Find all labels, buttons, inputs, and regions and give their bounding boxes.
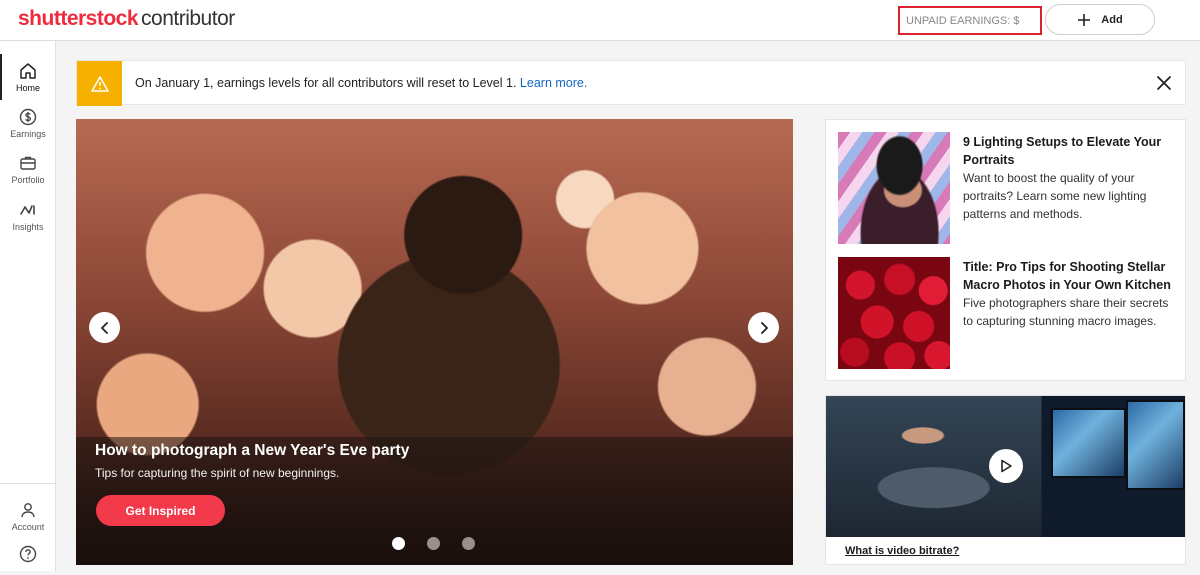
sidebar-item-earnings[interactable]: Earnings: [0, 100, 56, 146]
article-title[interactable]: Title: Pro Tips for Shooting Stellar Mac…: [963, 258, 1178, 294]
top-header: shutterstock contributor UNPAID EARNINGS:…: [0, 0, 1200, 41]
sidebar-item-account[interactable]: Account: [0, 493, 56, 539]
carousel-dot-3[interactable]: [462, 537, 475, 550]
add-button[interactable]: Add: [1045, 4, 1155, 35]
warning-icon: [90, 75, 109, 92]
video-card: What is video bitrate?: [825, 395, 1186, 565]
monitor-graphic: [1051, 408, 1126, 478]
carousel-dot-1[interactable]: [392, 537, 405, 550]
video-caption-link[interactable]: What is video bitrate?: [845, 545, 959, 557]
add-button-label: Add: [1101, 13, 1123, 26]
article-description: Five photographers share their secrets t…: [963, 296, 1169, 328]
video-play-button[interactable]: [989, 449, 1023, 483]
announcement-banner: On January 1, earnings levels for all co…: [76, 60, 1186, 106]
learn-more-link[interactable]: Learn more.: [520, 76, 587, 90]
banner-message: On January 1, earnings levels for all co…: [135, 76, 587, 90]
sidebar-item-label: Insights: [12, 221, 44, 232]
sidebar-item-portfolio[interactable]: Portfolio: [0, 146, 56, 192]
home-icon: [20, 62, 36, 79]
hero-subtitle: Tips for capturing the spirit of new beg…: [95, 466, 340, 480]
hero-title: How to photograph a New Year's Eve party: [95, 442, 410, 459]
briefcase-icon: [20, 156, 36, 170]
banner-text: On January 1, earnings levels for all co…: [135, 76, 517, 90]
article-item[interactable]: 9 Lighting Setups to Elevate Your Portra…: [838, 132, 1178, 244]
account-icon: [21, 502, 35, 517]
article-item[interactable]: Title: Pro Tips for Shooting Stellar Mac…: [838, 257, 1178, 369]
dollar-icon: [19, 108, 37, 125]
insights-icon: [20, 204, 35, 215]
chevron-left-icon: [100, 321, 108, 334]
article-thumbnail-raspberries[interactable]: [838, 257, 950, 369]
sidebar-item-label: Portfolio: [11, 174, 45, 185]
article-thumbnail-portrait[interactable]: [838, 132, 950, 244]
carousel-next-button[interactable]: [748, 312, 779, 343]
get-inspired-button[interactable]: Get Inspired: [96, 495, 225, 526]
shutterstock-contributor-logo[interactable]: shutterstock contributor: [18, 7, 235, 31]
help-icon: [19, 545, 37, 562]
video-thumbnail[interactable]: [826, 396, 1185, 537]
play-icon: [1001, 459, 1012, 473]
monitor-graphic: [1126, 400, 1185, 490]
logo-brand: shutterstock: [18, 7, 139, 30]
carousel-prev-button[interactable]: [89, 312, 120, 343]
help-button[interactable]: [0, 535, 56, 575]
banner-warning-area: [77, 61, 122, 106]
sidebar-item-insights[interactable]: Insights: [0, 193, 56, 239]
chevron-right-icon: [760, 321, 768, 334]
article-description: Want to boost the quality of your portra…: [963, 171, 1147, 221]
article-title[interactable]: 9 Lighting Setups to Elevate Your Portra…: [963, 133, 1178, 169]
sidebar-item-label: Earnings: [10, 128, 46, 139]
carousel-dot-2[interactable]: [427, 537, 440, 550]
sidebar-divider: [0, 483, 56, 484]
articles-card: 9 Lighting Setups to Elevate Your Portra…: [825, 119, 1186, 381]
sidebar-item-label: Account: [11, 521, 45, 532]
sidebar-item-home[interactable]: Home: [0, 54, 56, 100]
sidebar-nav: Home Earnings Portfolio Insights Account: [0, 41, 56, 571]
plus-icon: [1078, 13, 1091, 26]
logo-sub: contributor: [141, 7, 235, 30]
hero-carousel: How to photograph a New Year's Eve party…: [76, 119, 793, 565]
unpaid-earnings-display[interactable]: UNPAID EARNINGS: $: [898, 6, 1042, 35]
sidebar-item-label: Home: [15, 82, 40, 93]
close-icon[interactable]: [1155, 74, 1173, 92]
